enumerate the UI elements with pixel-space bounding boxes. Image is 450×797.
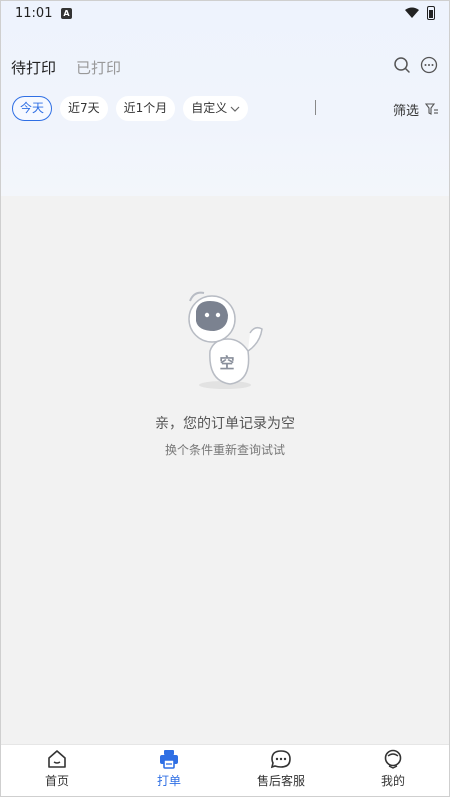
notification-icon: A xyxy=(61,8,72,19)
nav-label: 打单 xyxy=(156,774,181,788)
chip-today[interactable]: 今天 xyxy=(12,96,53,121)
chip-label: 近1个月 xyxy=(123,101,168,115)
home-icon xyxy=(48,750,66,768)
nav-profile[interactable]: 我的 xyxy=(337,745,449,796)
chat-icon xyxy=(270,750,291,769)
empty-title: 亲，您的订单记录为空 xyxy=(155,416,295,432)
chevron-down-icon xyxy=(230,106,240,112)
tab-pending-print[interactable]: 待打印 xyxy=(11,57,56,78)
empty-mascot-icon: 空 xyxy=(188,291,263,389)
empty-badge-text: 空 xyxy=(219,354,234,372)
bottom-navigation: 首页 打单 售后客服 我的 xyxy=(1,744,449,796)
chip-label: 近7天 xyxy=(68,101,100,115)
nav-label: 首页 xyxy=(44,774,69,788)
nav-after-sales-service[interactable]: 售后客服 xyxy=(225,745,337,796)
nav-print-orders[interactable]: 打单 xyxy=(113,745,225,796)
chip-label: 今天 xyxy=(20,101,45,115)
print-tabs: 待打印 已打印 xyxy=(11,57,121,78)
filter-button[interactable]: 筛选 xyxy=(393,100,439,119)
nav-home[interactable]: 首页 xyxy=(1,745,113,796)
tab-printed[interactable]: 已打印 xyxy=(76,57,121,78)
filter-label: 筛选 xyxy=(392,104,419,119)
empty-state: 空 亲，您的订单记录为空 换个条件重新查询试试 xyxy=(1,281,449,458)
app-screen: 11:01 A 待打印 已打印 今天 近7天 近1个月 自定义 筛选 空 亲，您… xyxy=(0,0,450,797)
search-icon[interactable] xyxy=(393,56,411,74)
date-filter-chips: 今天 近7天 近1个月 自定义 xyxy=(12,96,249,121)
filter-icon xyxy=(425,103,438,115)
more-icon[interactable] xyxy=(420,56,438,74)
wifi-icon xyxy=(405,7,419,18)
status-bar: 11:01 A xyxy=(1,1,449,27)
chip-last-7-days[interactable]: 近7天 xyxy=(60,96,108,121)
filter-divider xyxy=(315,100,316,115)
nav-label: 我的 xyxy=(380,774,405,788)
status-time: 11:01 xyxy=(15,6,53,21)
battery-icon xyxy=(427,6,435,20)
chip-last-month[interactable]: 近1个月 xyxy=(115,96,176,121)
empty-subtitle: 换个条件重新查询试试 xyxy=(164,443,285,457)
chip-label: 自定义 xyxy=(191,101,228,115)
profile-icon xyxy=(384,749,402,769)
chip-custom[interactable]: 自定义 xyxy=(183,96,249,121)
nav-label: 售后客服 xyxy=(256,774,305,788)
printer-icon xyxy=(160,750,178,769)
